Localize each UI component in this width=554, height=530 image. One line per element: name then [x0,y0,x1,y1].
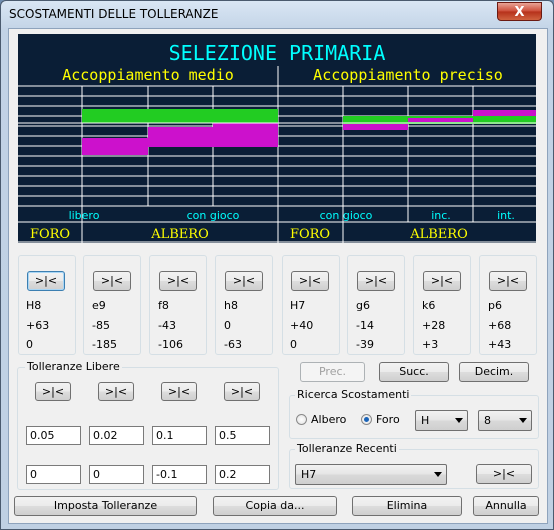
shaft-zone-g6 [343,124,408,130]
close-button[interactable]: X [497,2,542,21]
column-lower-7: +3 [422,338,439,351]
column-lower-8: +43 [488,338,512,351]
grade-select[interactable]: 8 [478,410,532,431]
column-select-button-8[interactable]: >|< [489,271,527,291]
bottom-label-foro-1: FORO [30,227,70,242]
column-select-button-1[interactable]: >|< [27,271,65,291]
decimals-button[interactable]: Decim. [459,362,529,382]
column-upper-7: +28 [422,319,446,332]
radio-foro-label: Foro [376,413,400,426]
tolerance-diagram: SELEZIONE PRIMARIA Accoppiamento medio A… [18,34,536,243]
column-upper-2: -85 [92,319,110,332]
delete-button[interactable]: Elimina [352,496,462,516]
shaft-zone-p6 [473,110,536,116]
grade-select-value: 8 [484,414,491,427]
free-lower-field-4[interactable]: 0.2 [215,465,270,484]
column-name-5: H7 [290,299,306,312]
column-upper-5: +40 [290,319,314,332]
free-tolerance-button-2[interactable]: >|< [98,382,134,401]
fit-label-inc: inc. [431,209,451,222]
recent-select-value: H7 [301,468,317,481]
free-tolerance-button-3[interactable]: >|< [161,382,197,401]
search-title: Ricerca Scostamenti [295,388,412,401]
radio-albero-label: Albero [311,413,347,426]
prev-button[interactable]: Prec. [300,362,365,382]
free-lower-field-2[interactable]: 0 [89,465,144,484]
fit-label-con-gioco-1: con gioco [187,209,240,222]
shaft-zone-e9 [82,138,148,155]
free-lower-field-1[interactable]: 0 [26,465,81,484]
column-lower-5: 0 [290,338,297,351]
column-select-button-6[interactable]: >|< [357,271,395,291]
recent-apply-button[interactable]: >|< [476,464,532,484]
column-select-button-2[interactable]: >|< [93,271,131,291]
free-upper-field-4[interactable]: 0.5 [215,426,270,445]
column-lower-2: -185 [92,338,117,351]
column-select-button-3[interactable]: >|< [159,271,197,291]
column-upper-3: -43 [158,319,176,332]
letter-select[interactable]: H [415,410,468,431]
shaft-zone-f8 [148,127,213,147]
window-title: SCOSTAMENTI DELLE TOLLERANZE [9,7,219,21]
fit-label-con-gioco-2: con gioco [320,209,373,222]
letter-select-value: H [421,414,430,427]
set-tolerances-button[interactable]: Imposta Tolleranze [14,496,197,516]
column-name-4: h8 [224,299,238,312]
dialog-window: SCOSTAMENTI DELLE TOLLERANZE X SELEZIONE… [0,0,554,530]
cancel-button[interactable]: Annulla [473,496,539,516]
free-upper-field-2[interactable]: 0.02 [89,426,144,445]
column-upper-8: +68 [488,319,512,332]
column-select-button-5[interactable]: >|< [291,271,329,291]
column-lower-6: -39 [356,338,374,351]
radio-foro[interactable] [361,414,372,425]
next-button[interactable]: Succ. [379,362,449,382]
fit-label-int: int. [497,209,515,222]
column-lower-4: -63 [224,338,242,351]
free-tolerances-title: Tolleranze Libere [25,360,122,373]
shaft-zone-h8 [213,123,278,147]
dialog-client: SELEZIONE PRIMARIA Accoppiamento medio A… [8,28,548,524]
recent-select[interactable]: H7 [295,464,447,485]
column-upper-6: -14 [356,319,374,332]
shaft-zone-k6 [408,118,473,122]
chevron-down-icon [455,418,463,423]
column-name-3: f8 [158,299,169,312]
column-select-button-7[interactable]: >|< [423,271,461,291]
radio-albero[interactable] [296,414,307,425]
recent-title: Tolleranze Recenti [295,442,399,455]
bottom-label-albero-2: ALBERO [409,227,468,242]
chevron-down-icon [434,472,442,477]
column-name-8: p6 [488,299,502,312]
column-name-1: H8 [26,299,42,312]
bottom-label-foro-2: FORO [290,227,330,242]
group-precise-label: Accoppiamento preciso [313,66,503,84]
column-lower-3: -106 [158,338,183,351]
bottom-label-albero-1: ALBERO [150,227,209,242]
column-upper-4: 0 [224,319,231,332]
column-upper-1: +63 [26,319,50,332]
column-select-button-4[interactable]: >|< [225,271,263,291]
free-upper-field-1[interactable]: 0.05 [26,426,81,445]
column-name-6: g6 [356,299,370,312]
fit-label-libero: libero [69,209,100,222]
column-name-7: k6 [422,299,436,312]
group-medium-label: Accoppiamento medio [62,66,234,84]
free-upper-field-3[interactable]: 0.1 [152,426,207,445]
chevron-down-icon [519,418,527,423]
free-tolerance-button-4[interactable]: >|< [224,382,260,401]
column-name-2: e9 [92,299,106,312]
diagram-heading: SELEZIONE PRIMARIA [169,41,386,65]
hole-zone-medium [82,109,278,123]
column-lower-1: 0 [26,338,33,351]
free-lower-field-3[interactable]: -0.1 [152,465,207,484]
free-tolerance-button-1[interactable]: >|< [35,382,71,401]
title-bar[interactable]: SCOSTAMENTI DELLE TOLLERANZE X [1,1,553,27]
copy-from-button[interactable]: Copia da... [213,496,337,516]
